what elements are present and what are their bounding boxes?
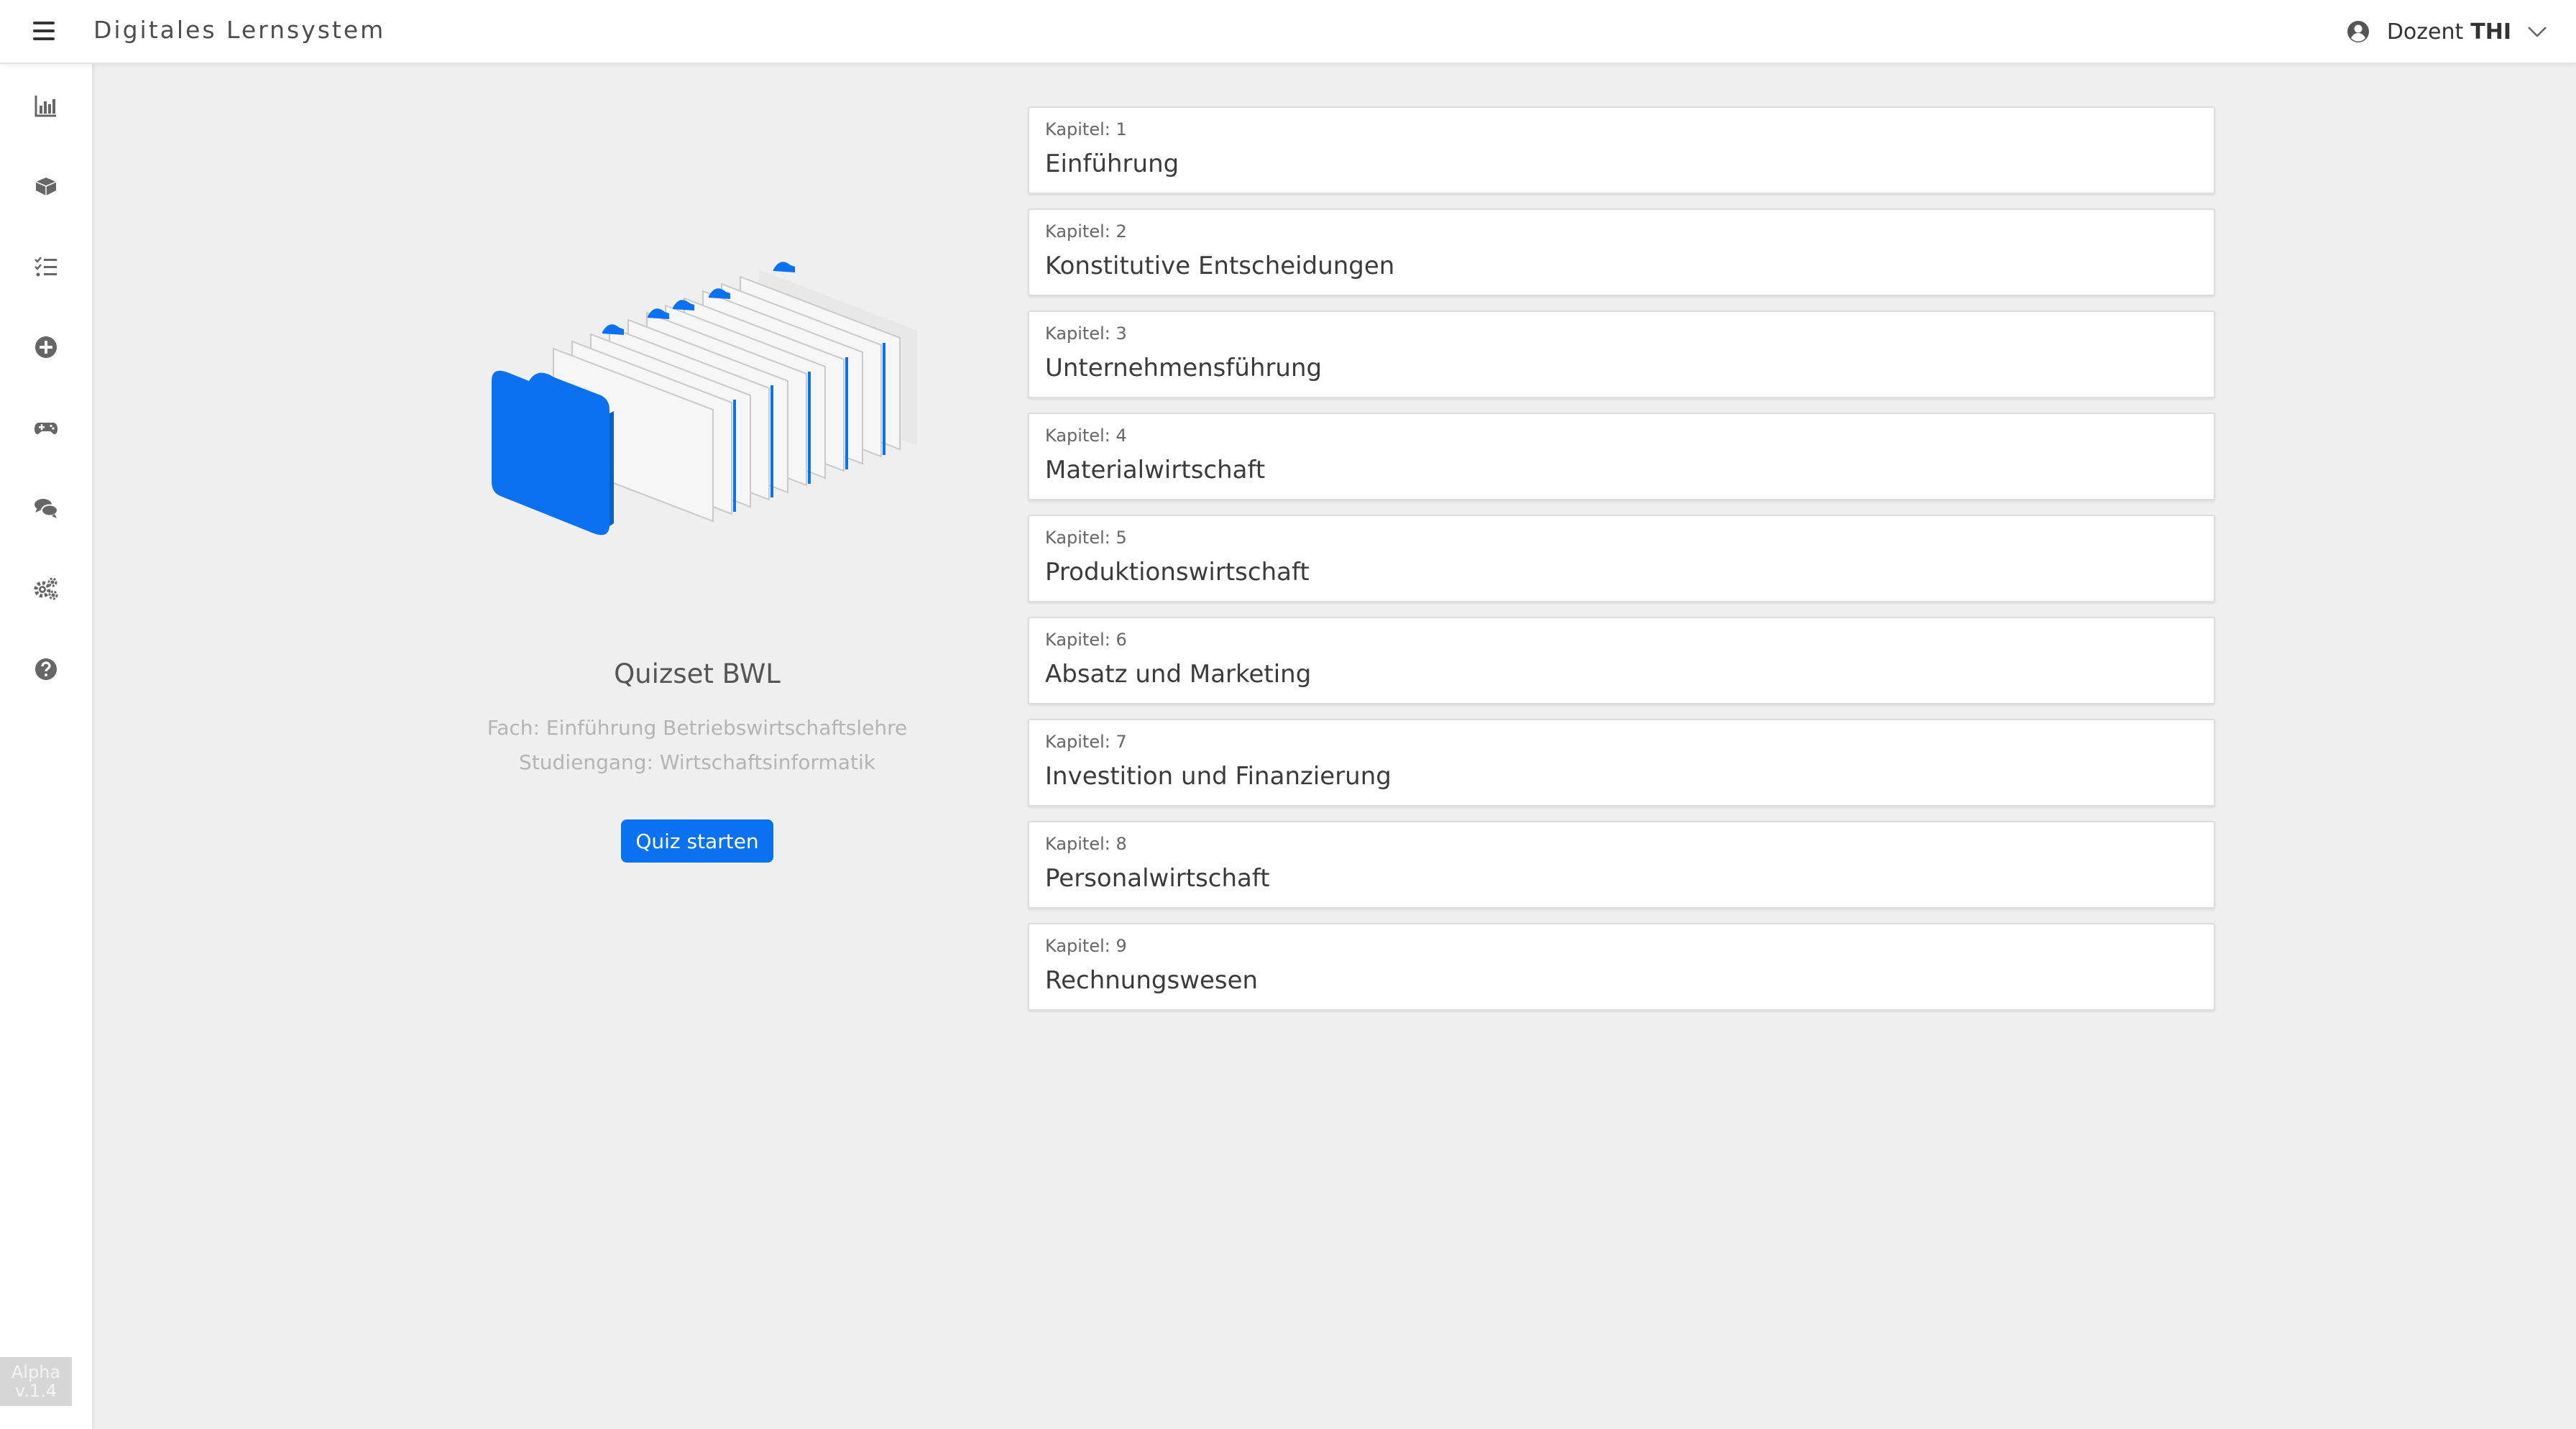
sidebar-item-statistics[interactable]: [29, 88, 63, 123]
user-menu[interactable]: Dozent THI: [2347, 14, 2547, 49]
chapter-list: Kapitel: 1 Einführung Kapitel: 2 Konstit…: [1028, 106, 2215, 1025]
gamepad-icon: [34, 423, 58, 434]
chapter-card-3[interactable]: Kapitel: 3 Unternehmensführung: [1028, 311, 2215, 398]
bar-chart-icon: [34, 96, 56, 117]
chapter-title: Personalwirtschaft: [1045, 864, 1270, 893]
hamburger-menu-icon[interactable]: [33, 22, 55, 40]
chapter-number: Kapitel: 9: [1045, 936, 1127, 956]
sidebar-item-game[interactable]: [29, 410, 63, 445]
chapter-number: Kapitel: 3: [1045, 323, 1127, 344]
chapter-card-4[interactable]: Kapitel: 4 Materialwirtschaft: [1028, 413, 2215, 500]
chapter-card-1[interactable]: Kapitel: 1 Einführung: [1028, 106, 2215, 194]
chapter-number: Kapitel: 5: [1045, 528, 1127, 548]
chapter-number: Kapitel: 2: [1045, 221, 1127, 242]
version-label: Alpha: [11, 1362, 61, 1382]
chapter-card-2[interactable]: Kapitel: 2 Konstitutive Entscheidungen: [1028, 208, 2215, 296]
user-avatar-icon: [2347, 21, 2369, 42]
chapter-title: Produktionswirtschaft: [1045, 558, 1310, 587]
sidebar-item-list[interactable]: [29, 249, 63, 284]
gears-icon: [34, 577, 58, 600]
sidebar-item-add[interactable]: [29, 330, 63, 364]
chapter-card-9[interactable]: Kapitel: 9 Rechnungswesen: [1028, 923, 2215, 1011]
chevron-down-icon: [2528, 27, 2547, 37]
sidebar-item-cards[interactable]: [29, 169, 63, 203]
version-badge: Alpha v.1.4: [0, 1357, 72, 1406]
sidebar-item-help[interactable]: [29, 652, 63, 686]
chapter-number: Kapitel: 7: [1045, 732, 1127, 752]
chapter-title: Einführung: [1045, 150, 1179, 178]
sidebar-item-chat[interactable]: [29, 491, 63, 525]
chapter-title: Absatz und Marketing: [1045, 660, 1312, 689]
help-circle-icon: [35, 658, 57, 680]
chapter-title: Konstitutive Entscheidungen: [1045, 252, 1395, 280]
chapter-card-8[interactable]: Kapitel: 8 Personalwirtschaft: [1028, 821, 2215, 909]
chapter-number: Kapitel: 4: [1045, 426, 1127, 446]
chapter-title: Rechnungswesen: [1045, 966, 1259, 995]
app-title: Digitales Lernsystem: [93, 16, 386, 44]
user-name: THI: [2470, 19, 2511, 45]
chat-bubbles-icon: [34, 499, 58, 518]
sidebar: Alpha v.1.4: [0, 64, 92, 1429]
top-bar: Digitales Lernsystem Dozent THI: [0, 0, 2576, 64]
quiz-program: Studiengang: Wirtschaftsinformatik: [519, 750, 875, 774]
chapter-number: Kapitel: 1: [1045, 119, 1127, 139]
sidebar-item-settings[interactable]: [29, 571, 63, 606]
chapter-number: Kapitel: 6: [1045, 630, 1127, 650]
card-stack: [492, 262, 917, 536]
version-number: v.1.4: [14, 1381, 58, 1401]
user-role: Dozent: [2386, 19, 2464, 45]
chapter-card-7[interactable]: Kapitel: 7 Investition und Finanzierung: [1028, 719, 2215, 807]
card-box-illustration: [492, 262, 917, 536]
chapter-title: Investition und Finanzierung: [1045, 762, 1392, 791]
chapter-card-5[interactable]: Kapitel: 5 Produktionswirtschaft: [1028, 515, 2215, 602]
quiz-title: Quizset BWL: [614, 658, 781, 689]
checklist-icon: [34, 257, 57, 277]
chapter-number: Kapitel: 8: [1045, 834, 1127, 854]
start-quiz-button[interactable]: Quiz starten: [621, 819, 773, 863]
chapter-title: Materialwirtschaft: [1045, 456, 1266, 484]
quiz-subject: Fach: Einführung Betriebswirtschaftslehr…: [487, 716, 908, 740]
cards-icon: [35, 178, 57, 196]
chapter-title: Unternehmensführung: [1045, 354, 1322, 382]
add-circle-icon: [35, 336, 57, 358]
chapter-card-6[interactable]: Kapitel: 6 Absatz und Marketing: [1028, 617, 2215, 704]
